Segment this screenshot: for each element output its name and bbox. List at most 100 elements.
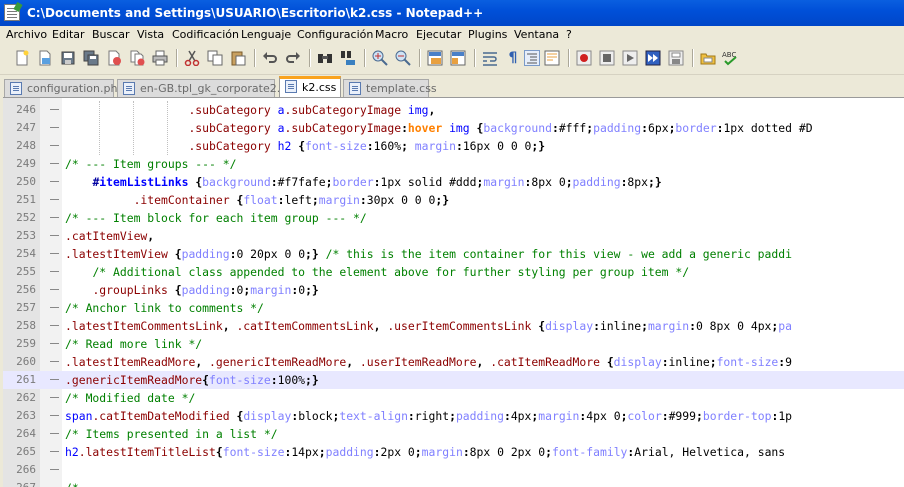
show-all-chars-icon[interactable]: ¶: [505, 50, 521, 66]
code-line[interactable]: 260 .latestItemReadMore, .genericItemRead…: [3, 353, 904, 371]
code-token: itemListLinks: [99, 175, 189, 189]
line-number: 247: [16, 121, 36, 134]
code-line[interactable]: 258 .latestItemCommentsLink, .catItemComm…: [3, 317, 904, 335]
tab-label: k2.css: [302, 81, 337, 94]
code-token: 2px 0: [380, 445, 415, 459]
code-token: /* this is the item container for this v…: [325, 247, 792, 261]
new-file-icon[interactable]: [14, 50, 30, 66]
tab-label: template.css: [366, 82, 437, 95]
code-token: float: [243, 193, 278, 207]
code-token: 100%: [277, 373, 306, 387]
code-line[interactable]: 248 .subCategory h2 {font-size:160%; mar…: [3, 137, 904, 155]
fold-line: [50, 271, 59, 272]
indent-guide-icon[interactable]: [524, 50, 540, 66]
print-icon[interactable]: [152, 50, 168, 66]
code-token: /* --- Item block for each item group --…: [65, 211, 367, 225]
code-token: #999: [668, 409, 697, 423]
code-line[interactable]: 254 .latestItemView {padding:0 20px 0 0;}…: [3, 245, 904, 263]
tab-template-css[interactable]: template.css: [343, 79, 437, 97]
code-token: :: [401, 121, 408, 135]
menu-codificacion[interactable]: Codificación: [172, 28, 239, 41]
menu-editar[interactable]: Editar: [52, 28, 85, 41]
tab-configuration-php[interactable]: configuration.php: [4, 79, 124, 97]
tab-en-gb-ini[interactable]: en-GB.tpl_gk_corporate2.ini: [117, 79, 293, 97]
run-macro-multiple-icon[interactable]: [645, 50, 661, 66]
code-text: .latestItemReadMore, .genericItemReadMor…: [65, 353, 792, 371]
code-token: {: [174, 283, 182, 297]
code-token: ,: [428, 103, 436, 117]
code-line[interactable]: 256 .groupLinks {padding:0;margin:0;}: [3, 281, 904, 299]
menu-buscar[interactable]: Buscar: [92, 28, 130, 41]
menu-help[interactable]: ?: [566, 28, 572, 41]
save-all-icon[interactable]: [83, 50, 99, 66]
word-wrap-icon[interactable]: [482, 50, 498, 66]
code-line[interactable]: 249 /* --- Item groups --- */: [3, 155, 904, 173]
close-icon[interactable]: [106, 50, 122, 66]
code-line[interactable]: 246 .subCategory a.subCategoryImage img,: [3, 101, 904, 119]
code-line[interactable]: 247 .subCategory a.subCategoryImage:hove…: [3, 119, 904, 137]
tab-k2-css[interactable]: k2.css: [279, 76, 341, 97]
undo-icon[interactable]: [262, 50, 278, 66]
code-token: padding: [181, 283, 230, 297]
window-title-bar[interactable]: C:\Documents and Settings\USUARIO\Escrit…: [0, 0, 904, 26]
code-token: ;}: [531, 139, 546, 153]
code-token: ;: [401, 139, 408, 153]
code-line[interactable]: 263 span.catItemDateModified {display:blo…: [3, 407, 904, 425]
menu-plugins[interactable]: Plugins: [468, 28, 507, 41]
copy-icon[interactable]: [207, 50, 223, 66]
code-token: font-family: [551, 445, 628, 459]
save-macro-icon[interactable]: [668, 50, 684, 66]
code-line[interactable]: 251 .itemContainer {float:left;margin:30…: [3, 191, 904, 209]
folder-tree-icon[interactable]: [700, 50, 716, 66]
user-language-icon[interactable]: [544, 50, 560, 66]
open-file-icon[interactable]: [37, 50, 53, 66]
line-number: 261: [16, 373, 36, 386]
code-line[interactable]: 262 /* Modified date */: [3, 389, 904, 407]
save-icon[interactable]: [60, 50, 76, 66]
zoom-out-icon[interactable]: [395, 50, 411, 66]
code-token: padding: [572, 175, 621, 189]
fold-line: [50, 127, 59, 128]
fold-line: [50, 343, 59, 344]
fold-line: [50, 415, 59, 416]
fold-line: [50, 469, 59, 470]
sync-horizontal-icon[interactable]: [450, 50, 466, 66]
code-line[interactable]: 264 /* Items presented in a list */: [3, 425, 904, 443]
redo-icon[interactable]: [285, 50, 301, 66]
find-icon[interactable]: [317, 50, 333, 66]
line-number: 253: [16, 229, 36, 242]
play-macro-icon[interactable]: [622, 50, 638, 66]
replace-icon[interactable]: [340, 50, 356, 66]
sync-vertical-icon[interactable]: [427, 50, 443, 66]
code-line[interactable]: 250 #itemListLinks {background:#f7fafe;b…: [3, 173, 904, 191]
code-token: :: [551, 121, 559, 135]
spell-check-icon[interactable]: ABC: [722, 50, 738, 66]
code-line[interactable]: 259 /* Read more link */: [3, 335, 904, 353]
code-line[interactable]: 253 .catItemView,: [3, 227, 904, 245]
menu-ejecutar[interactable]: Ejecutar: [416, 28, 461, 41]
code-token: h2: [277, 139, 292, 153]
code-line[interactable]: 261 .genericItemReadMore{font-size:100%;}: [3, 371, 904, 389]
menu-vista[interactable]: Vista: [137, 28, 164, 41]
code-line[interactable]: 252 /* --- Item block for each item group…: [3, 209, 904, 227]
close-all-icon[interactable]: [129, 50, 145, 66]
menu-lenguaje[interactable]: Lenguaje: [241, 28, 291, 41]
code-line[interactable]: 266: [3, 461, 904, 479]
menu-configuracion[interactable]: Configuración: [297, 28, 373, 41]
code-line[interactable]: 255 /* Additional class appended to the …: [3, 263, 904, 281]
fold-line: [50, 181, 59, 182]
menu-macro[interactable]: Macro: [375, 28, 408, 41]
zoom-in-icon[interactable]: [372, 50, 388, 66]
cut-icon[interactable]: [184, 50, 200, 67]
code-line[interactable]: 257 /* Anchor link to comments */: [3, 299, 904, 317]
menu-archivo[interactable]: Archivo: [6, 28, 47, 41]
record-macro-icon[interactable]: [576, 50, 592, 66]
code-line[interactable]: 265 h2.latestItemTitleList{font-size: 14px…: [3, 443, 904, 461]
indent-guide: [133, 101, 134, 155]
paste-icon[interactable]: [230, 50, 246, 66]
stop-macro-icon[interactable]: [599, 50, 615, 66]
code-editor[interactable]: 246 .subCategory a.subCategoryImage img,…: [3, 97, 904, 487]
menu-ventana[interactable]: Ventana: [514, 28, 559, 41]
